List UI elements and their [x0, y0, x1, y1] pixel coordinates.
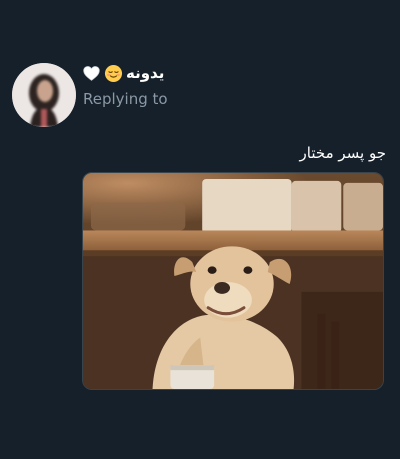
replying-to-label[interactable]: Replying to — [83, 89, 168, 109]
avatar[interactable] — [12, 63, 76, 127]
reply-tweet: یدونه Replying to جو پسر مختار — [0, 0, 400, 459]
avatar-image — [12, 63, 76, 127]
user-header[interactable]: یدونه — [82, 62, 182, 84]
tweet-text: جو پسر مختار — [299, 144, 386, 162]
display-name[interactable]: یدونه — [126, 62, 164, 84]
relieved-face-emoji-icon — [104, 64, 123, 82]
tweet-media-image[interactable] — [82, 172, 384, 390]
white-heart-emoji-icon — [83, 65, 100, 81]
dog-photo — [83, 173, 383, 389]
